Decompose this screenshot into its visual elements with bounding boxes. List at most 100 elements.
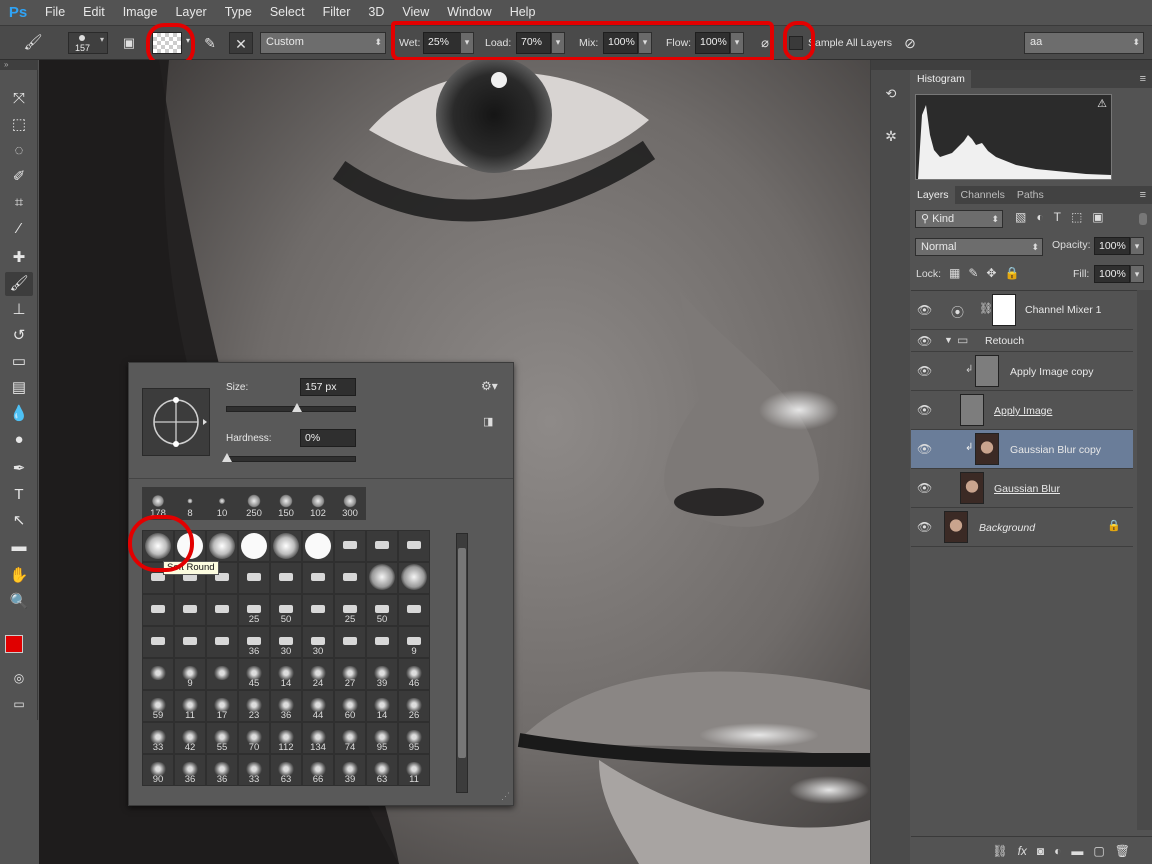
layer-name[interactable]: Apply Image copy [1010, 366, 1093, 378]
fill-input[interactable]: 100% [1094, 265, 1130, 283]
marquee-tool-icon[interactable]: ⬚ [5, 113, 33, 137]
blend-mode-dropdown[interactable]: Normal ⬍ [915, 238, 1043, 256]
brush-preset-5-0[interactable]: 59 [142, 690, 174, 722]
menu-file[interactable]: File [36, 0, 74, 25]
menu-layer[interactable]: Layer [166, 0, 215, 25]
layer-name[interactable]: Channel Mixer 1 [1025, 304, 1101, 316]
hardness-slider-thumb[interactable] [222, 453, 232, 462]
size-slider-thumb[interactable] [292, 403, 303, 412]
history-panel-icon[interactable]: ⟲ [879, 82, 903, 106]
pen-tool-icon[interactable]: ✒ [5, 457, 33, 481]
brush-preset-4-2[interactable] [206, 658, 238, 690]
brush-tool-icon[interactable]: 🖌 [5, 272, 33, 296]
shape-tool-icon[interactable]: ▬ [5, 535, 33, 559]
recent-brush-2[interactable]: 10 [206, 487, 238, 519]
pressure-icon[interactable]: ⊘ [900, 32, 920, 54]
panel-menu-icon[interactable]: ≡ [1140, 70, 1152, 88]
brush-preset-6-3[interactable]: 70 [238, 722, 270, 754]
new-group-icon[interactable]: ▬ [1071, 844, 1083, 858]
brush-preset-7-8[interactable]: 11 [398, 754, 430, 786]
brush-preset-3-1[interactable] [174, 626, 206, 658]
brush-preset-4-3[interactable]: 45 [238, 658, 270, 690]
brush-preset-6-0[interactable]: 33 [142, 722, 174, 754]
brush-preset-3-2[interactable] [206, 626, 238, 658]
link-layers-icon[interactable]: ⛓ [992, 844, 1007, 858]
brush-preset-2-0[interactable] [142, 594, 174, 626]
recent-brush-5[interactable]: 102 [302, 487, 334, 519]
brush-panel-toggle-icon[interactable]: ▣ [118, 32, 140, 54]
shape-filter-icon[interactable]: ⬚ [1071, 210, 1092, 224]
zoom-tool-icon[interactable]: 🔍 [5, 590, 33, 614]
layer-name[interactable]: Background [979, 522, 1035, 534]
type-tool-icon[interactable]: T [5, 483, 33, 507]
size-slider[interactable] [226, 403, 356, 412]
brush-preset-3-3[interactable]: 36 [238, 626, 270, 658]
brush-preset-0-4[interactable] [270, 530, 302, 562]
layer-list-scrollbar[interactable] [1137, 290, 1152, 830]
warning-icon[interactable]: ⚠ [1097, 97, 1107, 110]
brush-grid-scrollbar[interactable] [456, 533, 468, 793]
brush-preset-3-4[interactable]: 30 [270, 626, 302, 658]
brush-preset-7-6[interactable]: 39 [334, 754, 366, 786]
brush-preset-4-0[interactable] [142, 658, 174, 690]
recent-brush-1[interactable]: 8 [174, 487, 206, 519]
brush-preset-4-4[interactable]: 14 [270, 658, 302, 690]
recent-brush-3[interactable]: 250 [238, 487, 270, 519]
brush-preset-2-7[interactable]: 50 [366, 594, 398, 626]
brush-preset-7-0[interactable]: 90 [142, 754, 174, 786]
tab-histogram[interactable]: Histogram [911, 70, 971, 88]
layer-row-background[interactable]: 👁 Background 🔒 [911, 508, 1133, 547]
filter-toggle-switch[interactable] [1139, 213, 1147, 225]
brush-preset-5-6[interactable]: 60 [334, 690, 366, 722]
brush-preset-2-8[interactable] [398, 594, 430, 626]
brush-preset-picker[interactable]: 157 ▾ [68, 32, 108, 54]
brush-preset-5-2[interactable]: 17 [206, 690, 238, 722]
brush-preset-5-7[interactable]: 14 [366, 690, 398, 722]
brush-preset-4-5[interactable]: 24 [302, 658, 334, 690]
menu-3d[interactable]: 3D [359, 0, 393, 25]
screen-mode-icon[interactable]: ▭ [5, 692, 33, 716]
brush-preset-0-8[interactable] [398, 530, 430, 562]
lock-all-icon[interactable]: 🔒 [1004, 266, 1027, 280]
brush-preset-5-5[interactable]: 44 [302, 690, 334, 722]
opacity-dropdown-icon[interactable]: ▾ [1130, 237, 1144, 255]
layer-style-fx-icon[interactable]: fx [1018, 844, 1027, 858]
brush-preset-1-4[interactable] [270, 562, 302, 594]
add-mask-icon[interactable]: ◙ [1037, 844, 1044, 858]
brush-preset-2-6[interactable]: 25 [334, 594, 366, 626]
layer-name[interactable]: Retouch [985, 335, 1024, 347]
scrollbar-thumb[interactable] [458, 548, 466, 758]
type-filter-icon[interactable]: T [1054, 210, 1071, 224]
brush-preset-7-1[interactable]: 36 [174, 754, 206, 786]
toolbar-collapse-icon[interactable]: » [0, 60, 38, 70]
brush-preset-1-8[interactable] [398, 562, 430, 594]
tab-channels[interactable]: Channels [955, 186, 1011, 204]
brush-preset-3-7[interactable] [366, 626, 398, 658]
brush-preset-4-1[interactable]: 9 [174, 658, 206, 690]
chevron-down-icon[interactable]: ▼ [944, 335, 953, 345]
brush-preset-6-5[interactable]: 134 [302, 722, 334, 754]
brush-preset-6-1[interactable]: 42 [174, 722, 206, 754]
brush-preset-0-7[interactable] [366, 530, 398, 562]
brush-preset-6-2[interactable]: 55 [206, 722, 238, 754]
brush-preset-3-0[interactable] [142, 626, 174, 658]
resize-grip-icon[interactable]: ⋰ [501, 791, 510, 802]
layer-row-retouch-group[interactable]: 👁 ▼ ▭ Retouch [911, 330, 1133, 352]
menu-type[interactable]: Type [216, 0, 261, 25]
brush-preset-5-8[interactable]: 26 [398, 690, 430, 722]
brush-preset-5-3[interactable]: 23 [238, 690, 270, 722]
menu-edit[interactable]: Edit [74, 0, 114, 25]
visibility-eye-icon[interactable]: 👁 [917, 403, 932, 417]
layer-row-apply-image[interactable]: 👁 Apply Image [911, 391, 1133, 430]
brush-preset-2-1[interactable] [174, 594, 206, 626]
gear-icon[interactable]: ⚙▾ [481, 379, 498, 393]
blend-preset-dropdown[interactable]: Custom ⬍ [260, 32, 386, 54]
brush-preset-2-5[interactable] [302, 594, 334, 626]
hardness-slider[interactable] [222, 453, 356, 462]
brush-preset-0-5[interactable] [302, 530, 334, 562]
brush-preset-0-2[interactable] [206, 530, 238, 562]
layer-row-channel-mixer[interactable]: 👁 ⦿ ⛓ Channel Mixer 1 [911, 291, 1133, 330]
opacity-input[interactable]: 100% [1094, 237, 1130, 255]
brush-preset-0-3[interactable] [238, 530, 270, 562]
path-selection-tool-icon[interactable]: ↖ [5, 509, 33, 533]
